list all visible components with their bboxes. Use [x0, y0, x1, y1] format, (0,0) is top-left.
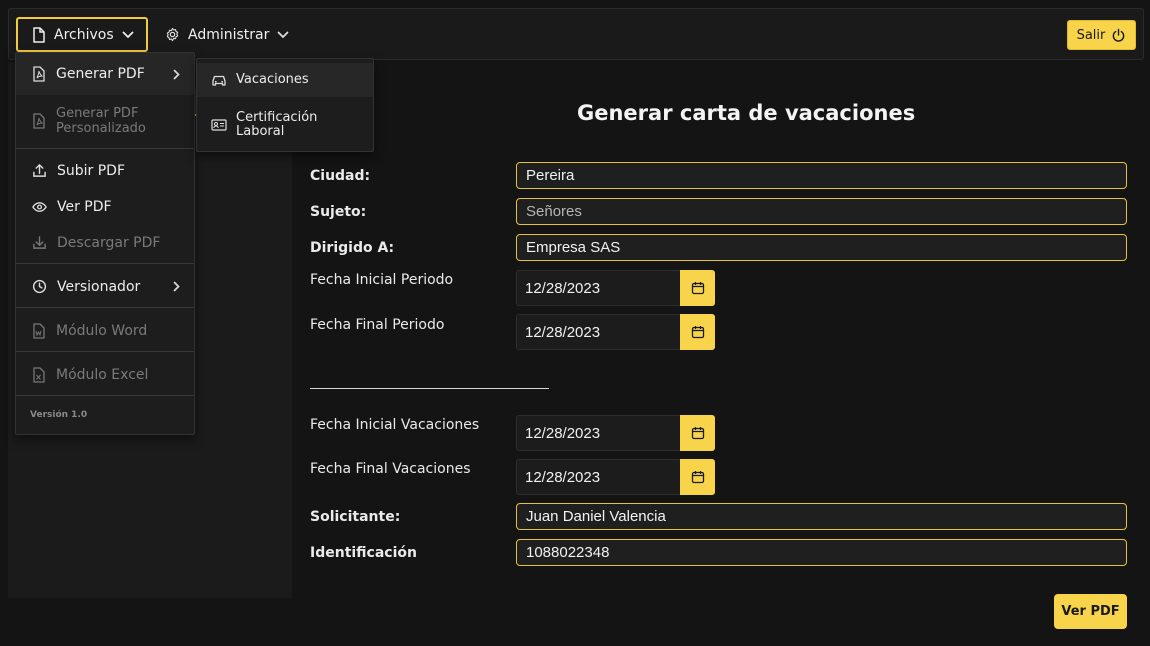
fecha-final-periodo-input[interactable]: 12/28/2023: [516, 314, 680, 350]
generar-pdf-submenu: Vacaciones Certificación Laboral: [196, 58, 374, 152]
fecha-inicial-periodo-label: Fecha Inicial Periodo: [310, 272, 454, 288]
ciudad-label: Ciudad:: [310, 168, 371, 184]
menu-item-label: Módulo Word: [56, 322, 148, 339]
submenu-item-label: Certificación Laboral: [236, 110, 318, 139]
ver-pdf-button[interactable]: Ver PDF: [1054, 594, 1127, 629]
fecha-inicial-vacaciones-label: Fecha Inicial Vacaciones: [310, 417, 480, 433]
fecha-inicial-vacaciones-group: 12/28/2023: [516, 415, 715, 451]
calendar-button[interactable]: [680, 314, 715, 350]
chevron-down-icon: [277, 31, 289, 39]
dirigido-input[interactable]: Empresa SAS: [516, 234, 1127, 261]
sujeto-input[interactable]: Señores: [516, 198, 1127, 225]
menu-divider: [16, 395, 194, 396]
calendar-button[interactable]: [680, 270, 715, 306]
menu-item-label: Generar PDF: [56, 66, 145, 82]
submenu-item-certificacion-laboral[interactable]: Certificación Laboral: [197, 103, 373, 147]
menu-item-descargar-pdf[interactable]: Descargar PDF: [16, 225, 194, 260]
calendar-icon: [691, 470, 705, 484]
chevron-right-icon: [173, 281, 180, 292]
sujeto-label: Sujeto:: [310, 204, 367, 220]
menu-divider: [16, 351, 194, 352]
archivos-dropdown: Generar PDF Generar PDF Personalizado Su…: [15, 52, 195, 435]
calendar-button[interactable]: [680, 459, 715, 495]
clock-icon: [32, 279, 47, 294]
menu-item-modulo-word[interactable]: Módulo Word: [16, 313, 194, 348]
dirigido-label: Dirigido A:: [310, 240, 395, 256]
menu-item-subir-pdf[interactable]: Subir PDF: [16, 153, 194, 188]
gear-icon: [165, 27, 180, 42]
menu-divider: [16, 263, 194, 264]
file-word-icon: [32, 322, 46, 339]
chevron-down-icon: [122, 31, 134, 39]
menu-divider: [16, 307, 194, 308]
version-text: Versión 1.0: [30, 410, 88, 420]
calendar-icon: [691, 325, 705, 339]
menu-item-generar-pdf[interactable]: Generar PDF: [16, 53, 194, 95]
menu-item-label: Versionador: [57, 278, 141, 295]
calendar-button[interactable]: [680, 415, 715, 451]
salir-label: Salir: [1076, 27, 1106, 43]
power-icon: [1111, 28, 1126, 43]
menu-divider: [16, 148, 194, 149]
menu-item-versionador[interactable]: Versionador: [16, 269, 194, 304]
menu-item-label: Ver PDF: [57, 198, 112, 215]
submenu-item-vacaciones[interactable]: Vacaciones: [197, 63, 373, 97]
calendar-icon: [691, 281, 705, 295]
menu-item-label: Subir PDF: [57, 162, 126, 179]
menu-item-modulo-excel[interactable]: Módulo Excel: [16, 357, 194, 392]
file-excel-icon: [32, 366, 46, 383]
fecha-inicial-vacaciones-input[interactable]: 12/28/2023: [516, 415, 680, 451]
fecha-inicial-periodo-group: 12/28/2023: [516, 270, 715, 306]
section-divider: [310, 388, 549, 389]
identificacion-input[interactable]: 1088022348: [516, 539, 1127, 566]
menu-item-label: Módulo Excel: [56, 366, 149, 383]
upload-icon: [32, 163, 47, 178]
identificacion-label: Identificación: [310, 545, 417, 561]
submenu-item-label: Vacaciones: [236, 72, 309, 87]
page-title: Generar carta de vacaciones: [577, 101, 916, 125]
archivos-menu-button[interactable]: Archivos: [16, 17, 148, 52]
administrar-menu-button[interactable]: Administrar: [153, 17, 301, 52]
solicitante-input[interactable]: Juan Daniel Valencia: [516, 503, 1127, 530]
menu-item-generar-pdf-personalizado[interactable]: Generar PDF Personalizado: [16, 97, 194, 145]
logout-button[interactable]: Salir: [1067, 20, 1136, 50]
fecha-final-periodo-group: 12/28/2023: [516, 314, 715, 350]
car-icon: [211, 74, 227, 87]
archivos-label: Archivos: [54, 26, 114, 43]
menu-item-label: Generar PDF Personalizado: [56, 106, 146, 136]
download-icon: [32, 235, 47, 250]
administrar-label: Administrar: [188, 26, 270, 43]
file-icon: [32, 26, 46, 43]
ciudad-input[interactable]: Pereira: [516, 162, 1127, 189]
file-pdf-icon: [32, 66, 46, 82]
fecha-inicial-periodo-input[interactable]: 12/28/2023: [516, 270, 680, 306]
menu-item-ver-pdf[interactable]: Ver PDF: [16, 189, 194, 224]
eye-icon: [32, 201, 47, 213]
file-pdf-icon: [32, 113, 46, 129]
fecha-final-periodo-label: Fecha Final Periodo: [310, 317, 445, 333]
solicitante-label: Solicitante:: [310, 509, 401, 525]
fecha-final-vacaciones-label: Fecha Final Vacaciones: [310, 461, 471, 477]
fecha-final-vacaciones-group: 12/28/2023: [516, 459, 715, 495]
menu-item-label: Descargar PDF: [57, 234, 161, 251]
id-card-icon: [211, 119, 227, 131]
chevron-right-icon: [173, 69, 180, 80]
fecha-final-vacaciones-input[interactable]: 12/28/2023: [516, 459, 680, 495]
calendar-icon: [691, 426, 705, 440]
